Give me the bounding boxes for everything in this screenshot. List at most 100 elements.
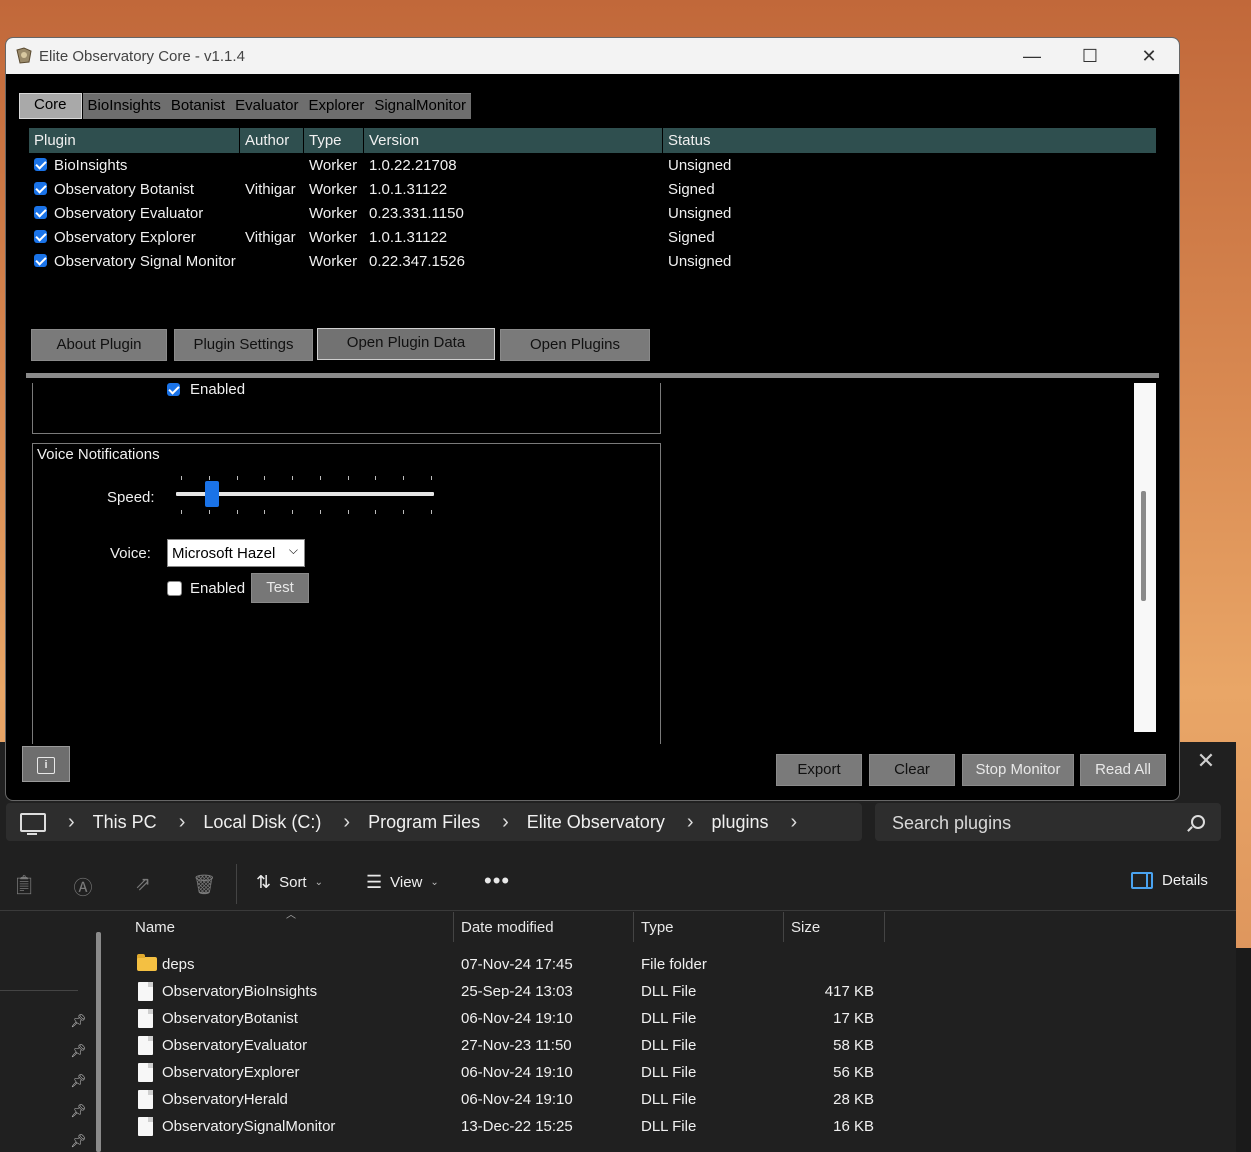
info-button[interactable]: i [22, 746, 70, 782]
column-version[interactable]: Version [369, 132, 419, 149]
search-icon[interactable] [1191, 815, 1205, 829]
plugin-enabled-checkbox[interactable] [34, 206, 47, 219]
file-row[interactable]: ObservatorySignalMonitor 13-Dec-22 15:25 D… [120, 1114, 900, 1141]
explorer-close-icon[interactable]: ✕ [1186, 748, 1226, 776]
plugin-row[interactable]: Observatory Botanist Vithigar Worker 1.0.1.… [29, 177, 1156, 201]
column-status[interactable]: Status [668, 132, 711, 149]
column-divider[interactable] [633, 912, 634, 942]
breadcrumb-elite-observatory[interactable]: Elite Observatory [527, 812, 665, 833]
close-icon[interactable]: ✕ [1126, 42, 1172, 70]
column-separator[interactable] [662, 128, 663, 153]
view-button[interactable]: ☰ View ⌄ [366, 872, 439, 893]
chevron-right-icon[interactable]: › [687, 811, 694, 834]
paste-icon[interactable]: 📋︎ [12, 873, 36, 896]
plugin-enabled-checkbox[interactable] [34, 254, 47, 267]
splitter[interactable] [26, 373, 1159, 378]
stop-monitor-button[interactable]: Stop Monitor [962, 754, 1074, 786]
this-pc-icon[interactable] [20, 812, 46, 835]
tab-signalmonitor[interactable]: SignalMonitor [369, 93, 472, 119]
scrollbar-thumb[interactable] [1141, 491, 1146, 601]
file-size: 56 KB [833, 1064, 874, 1081]
tab-evaluator[interactable]: Evaluator [230, 93, 304, 119]
column-size[interactable]: Size [791, 919, 820, 936]
tab-botanist[interactable]: Botanist [165, 93, 231, 119]
title-bar[interactable]: Elite Observatory Core - v1.1.4 — ☐ ✕ [6, 38, 1179, 74]
read-all-button[interactable]: Read All [1080, 754, 1166, 786]
plugin-row[interactable]: Observatory Signal Monitor Worker 0.22.347… [29, 249, 1156, 273]
plugin-plugin-cell: Observatory Signal Monitor [54, 253, 236, 270]
file-row[interactable]: ObservatoryExplorer 06-Nov-24 19:10 DLL Fi… [120, 1060, 900, 1087]
pin-icon[interactable]: 📌︎ [70, 1043, 87, 1059]
search-box[interactable] [875, 803, 1221, 843]
plugin-enabled-checkbox[interactable] [34, 182, 47, 195]
file-row[interactable]: deps 07-Nov-24 17:45 File folder [120, 952, 900, 979]
file-row[interactable]: ObservatoryEvaluator 27-Nov-23 11:50 DLL F… [120, 1033, 900, 1060]
chevron-right-icon[interactable]: › [791, 811, 798, 834]
search-input[interactable] [875, 803, 1194, 843]
sort-button[interactable]: ⇅ Sort ⌄ [256, 872, 323, 893]
share-icon[interactable]: ⇗ [132, 873, 154, 895]
window-title: Elite Observatory Core - v1.1.4 [39, 48, 245, 65]
column-date-modified[interactable]: Date modified [461, 919, 554, 936]
voice-select[interactable]: Microsoft Hazel ⌵ [167, 539, 305, 567]
column-separator[interactable] [239, 128, 240, 153]
plugin-row[interactable]: Observatory Evaluator Worker 0.23.331.1150… [29, 201, 1156, 225]
column-separator[interactable] [363, 128, 364, 153]
export-button[interactable]: Export [776, 754, 862, 786]
column-divider[interactable] [453, 912, 454, 942]
chevron-right-icon[interactable]: › [179, 811, 186, 834]
open-plugin-data-button[interactable]: Open Plugin Data [317, 328, 495, 360]
settings-scrollbar[interactable] [1134, 383, 1156, 732]
column-plugin[interactable]: Plugin [34, 132, 76, 149]
maximize-icon[interactable]: ☐ [1067, 42, 1113, 70]
rename-icon[interactable]: Ⓐ [72, 873, 94, 899]
speed-slider-thumb[interactable] [205, 481, 219, 507]
minimize-icon[interactable]: — [1009, 42, 1055, 70]
details-button[interactable]: Details [1131, 872, 1208, 889]
plugin-settings-button[interactable]: Plugin Settings [174, 329, 313, 361]
plugin-row[interactable]: Observatory Explorer Vithigar Worker 1.0.1.… [29, 225, 1156, 249]
chevron-right-icon[interactable]: › [502, 811, 509, 834]
plugin-enabled-checkbox[interactable] [34, 230, 47, 243]
test-button[interactable]: Test [251, 573, 309, 603]
chevron-right-icon[interactable]: › [343, 811, 350, 834]
breadcrumb-program-files[interactable]: Program Files [368, 812, 480, 833]
breadcrumb-plugins[interactable]: plugins [712, 812, 769, 833]
more-options-icon[interactable]: ••• [484, 868, 510, 894]
column-divider[interactable] [783, 912, 784, 942]
chevron-right-icon[interactable]: › [68, 811, 75, 834]
upper-enabled-checkbox[interactable] [167, 383, 180, 396]
pin-icon[interactable]: 📌︎ [70, 1013, 87, 1029]
column-type[interactable]: Type [309, 132, 342, 149]
column-separator[interactable] [303, 128, 304, 153]
nav-scrollbar[interactable] [96, 932, 101, 1152]
delete-icon[interactable]: 🗑︎ [192, 873, 216, 896]
plugin-row[interactable]: BioInsights Worker 1.0.22.21708 Unsigned [29, 153, 1156, 177]
about-plugin-button[interactable]: About Plugin [31, 329, 167, 361]
breadcrumb-this-pc[interactable]: This PC [93, 812, 157, 833]
column-divider[interactable] [884, 912, 885, 942]
column-type[interactable]: Type [641, 919, 674, 936]
file-row[interactable]: ObservatoryBioInsights 25-Sep-24 13:03 DLL… [120, 979, 900, 1006]
address-bar[interactable]: › This PC › Local Disk (C:) › Program Fi… [6, 803, 862, 841]
file-date: 06-Nov-24 19:10 [461, 1091, 573, 1108]
slider-tick [320, 510, 321, 514]
breadcrumb-local-disk[interactable]: Local Disk (C:) [203, 812, 321, 833]
plugin-enabled-checkbox[interactable] [34, 158, 47, 171]
file-date: 06-Nov-24 19:10 [461, 1064, 573, 1081]
tab-bioinsights[interactable]: BioInsights [82, 93, 166, 119]
file-name: ObservatoryEvaluator [162, 1037, 308, 1054]
tab-core[interactable]: Core [19, 93, 82, 119]
open-plugins-button[interactable]: Open Plugins [500, 329, 650, 361]
pin-icon[interactable]: 📌︎ [70, 1073, 87, 1089]
column-name[interactable]: Name [135, 919, 175, 936]
voice-enabled-checkbox[interactable] [167, 581, 182, 596]
tab-explorer[interactable]: Explorer [303, 93, 370, 119]
file-row[interactable]: ObservatoryBotanist 06-Nov-24 19:10 DLL Fi… [120, 1006, 900, 1033]
pin-icon[interactable]: 📌︎ [70, 1103, 87, 1119]
file-row[interactable]: ObservatoryHerald 06-Nov-24 19:10 DLL File… [120, 1087, 900, 1114]
pin-icon[interactable]: 📌︎ [70, 1133, 87, 1149]
file-name: ObservatoryExplorer [162, 1064, 300, 1081]
clear-button[interactable]: Clear [869, 754, 955, 786]
column-author[interactable]: Author [245, 132, 289, 149]
